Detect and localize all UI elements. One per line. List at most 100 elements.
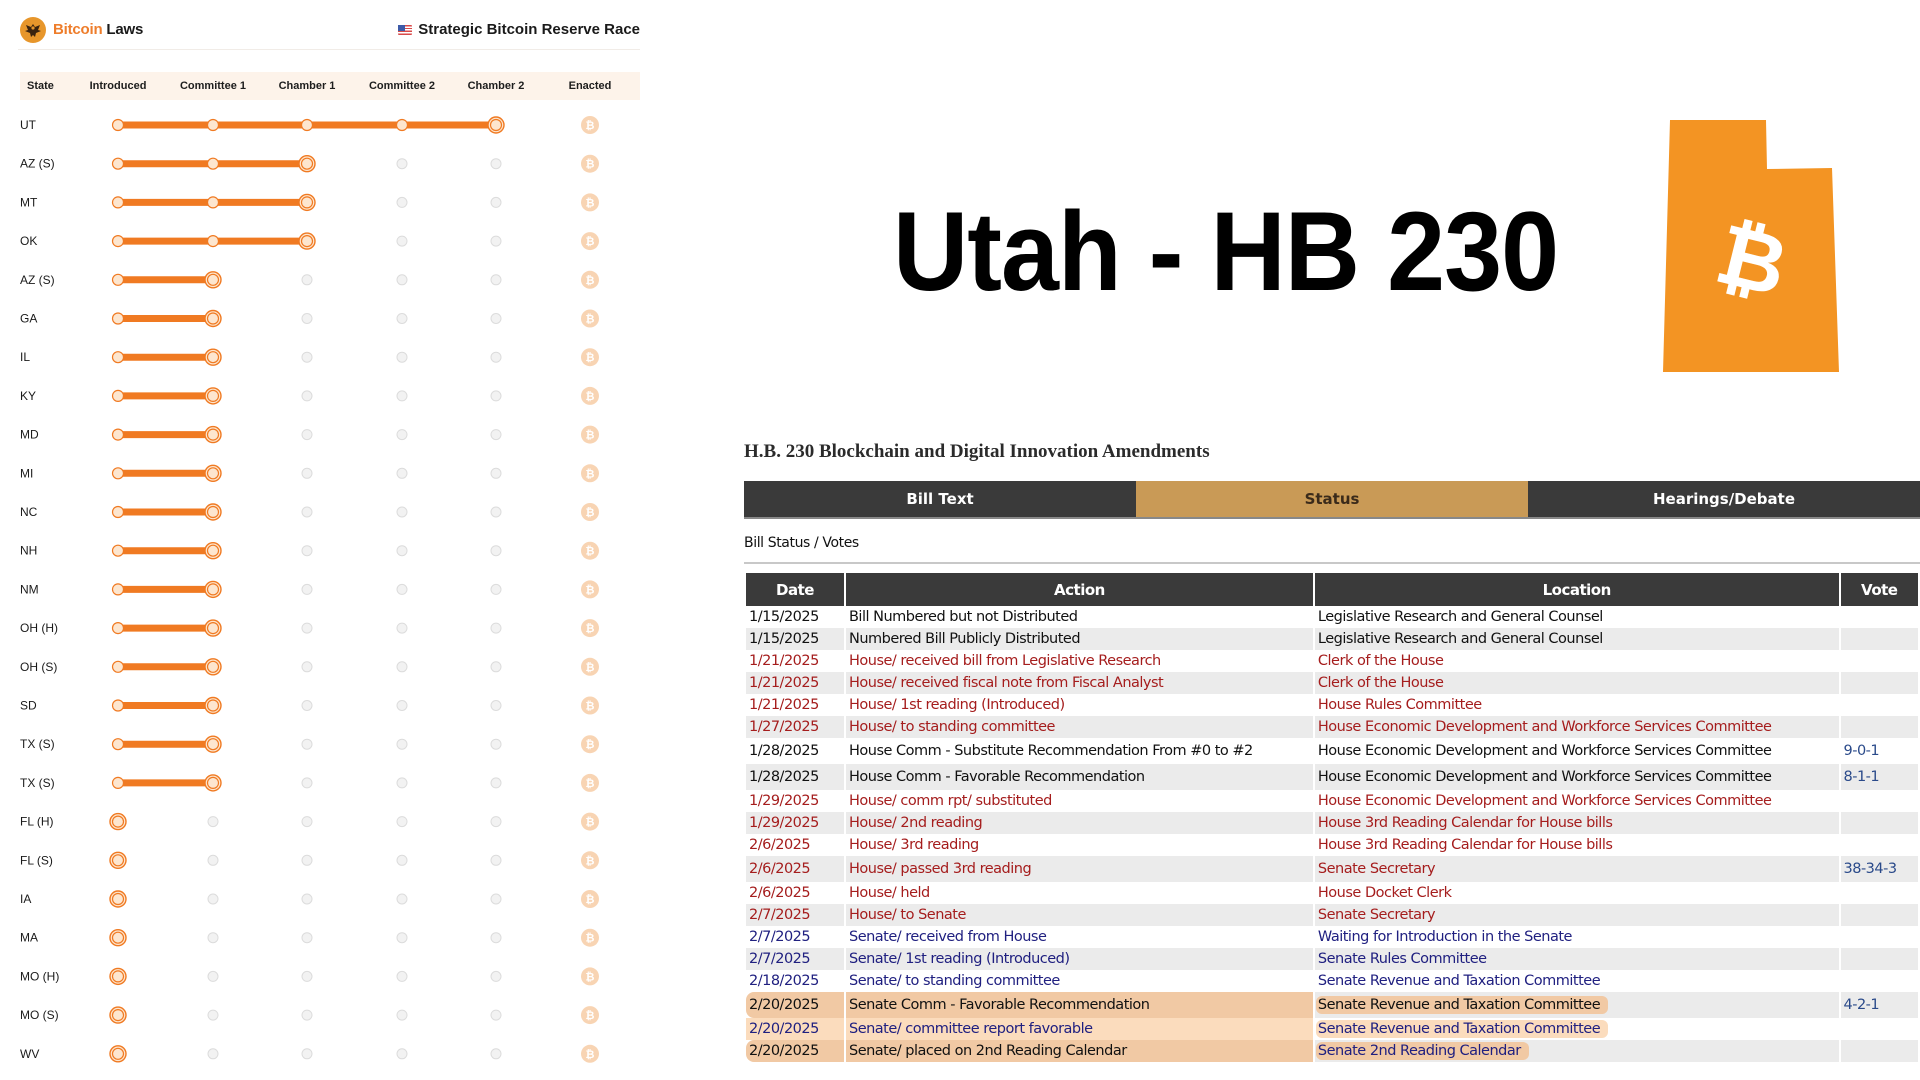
stage-node-complete[interactable]: [111, 583, 125, 596]
stage-node-pending[interactable]: [396, 583, 408, 595]
stage-node-complete[interactable]: [111, 273, 125, 286]
stage-node-pending[interactable]: [490, 661, 502, 673]
stage-node-pending[interactable]: [301, 622, 313, 634]
stage-node-complete[interactable]: [111, 118, 125, 132]
stage-node-pending[interactable]: [396, 351, 408, 363]
stage-node-pending[interactable]: [301, 274, 313, 286]
stage-node-pending[interactable]: [396, 777, 408, 789]
cell-vote[interactable]: 38-34-3: [1840, 856, 1918, 882]
stage-node-complete[interactable]: [111, 660, 125, 673]
stage-node-pending[interactable]: [207, 932, 219, 944]
stage-node-pending[interactable]: [301, 932, 313, 944]
stage-node-pending[interactable]: [301, 661, 313, 673]
stage-node-pending[interactable]: [301, 351, 313, 363]
stage-node-pending[interactable]: [207, 1048, 219, 1060]
stage-node-pending[interactable]: [301, 970, 313, 982]
stage-node-pending[interactable]: [490, 351, 502, 363]
stage-node-pending[interactable]: [396, 738, 408, 750]
stage-node-pending[interactable]: [396, 506, 408, 518]
stage-node-pending[interactable]: [490, 932, 502, 944]
stage-node-pending[interactable]: [396, 313, 408, 324]
cell-vote[interactable]: 9-0-1: [1841, 738, 1919, 764]
stage-node-pending[interactable]: [396, 893, 408, 905]
cell-vote[interactable]: 4-2-1: [1840, 992, 1918, 1018]
stage-node-complete[interactable]: [111, 235, 125, 248]
stage-node-pending[interactable]: [301, 777, 313, 789]
stage-node-complete[interactable]: [111, 157, 125, 170]
stage-node-pending[interactable]: [490, 1048, 502, 1060]
stage-node-pending[interactable]: [396, 854, 408, 866]
stage-node-pending[interactable]: [490, 700, 502, 711]
stage-node-pending[interactable]: [490, 738, 502, 750]
stage-node-pending[interactable]: [396, 429, 408, 441]
stage-node-complete[interactable]: [111, 312, 125, 325]
stage-node-pending[interactable]: [396, 1009, 408, 1021]
stage-node-complete[interactable]: [206, 196, 220, 209]
stage-node-pending[interactable]: [207, 970, 219, 982]
stage-node-pending[interactable]: [396, 467, 408, 479]
stage-node-pending[interactable]: [301, 816, 313, 828]
stage-node-pending[interactable]: [490, 1009, 502, 1021]
stage-node-pending[interactable]: [490, 622, 502, 634]
stage-node-pending[interactable]: [301, 545, 313, 557]
stage-node-pending[interactable]: [207, 1009, 219, 1021]
stage-node-pending[interactable]: [396, 932, 408, 944]
stage-node-complete[interactable]: [300, 118, 314, 132]
tab-bill-text[interactable]: Bill Text: [744, 481, 1136, 519]
stage-node-pending[interactable]: [490, 158, 502, 170]
stage-node-pending[interactable]: [301, 854, 313, 866]
stage-node-pending[interactable]: [396, 816, 408, 828]
stage-node-pending[interactable]: [396, 661, 408, 673]
stage-node-pending[interactable]: [490, 545, 502, 557]
stage-node-pending[interactable]: [396, 158, 408, 170]
stage-node-complete[interactable]: [111, 505, 125, 519]
stage-node-pending[interactable]: [301, 700, 313, 711]
stage-node-pending[interactable]: [490, 816, 502, 828]
stage-node-pending[interactable]: [301, 429, 313, 441]
stage-node-complete[interactable]: [111, 738, 125, 751]
stage-node-complete[interactable]: [206, 157, 220, 170]
stage-node-pending[interactable]: [301, 506, 313, 518]
stage-node-complete[interactable]: [111, 389, 125, 402]
stage-node-pending[interactable]: [301, 467, 313, 479]
tab-status[interactable]: Status: [1136, 481, 1528, 519]
stage-node-pending[interactable]: [396, 390, 408, 402]
stage-node-pending[interactable]: [301, 893, 313, 905]
stage-node-pending[interactable]: [396, 622, 408, 634]
stage-node-complete[interactable]: [111, 428, 125, 441]
stage-node-pending[interactable]: [490, 274, 502, 286]
stage-node-pending[interactable]: [396, 235, 408, 247]
stage-node-pending[interactable]: [490, 196, 502, 208]
stage-node-complete[interactable]: [111, 621, 125, 635]
stage-node-pending[interactable]: [301, 1048, 313, 1060]
stage-node-pending[interactable]: [490, 235, 502, 247]
stage-node-complete[interactable]: [111, 196, 125, 209]
stage-node-pending[interactable]: [490, 970, 502, 982]
stage-node-complete[interactable]: [111, 776, 125, 790]
stage-node-pending[interactable]: [301, 313, 313, 324]
stage-node-pending[interactable]: [396, 1048, 408, 1060]
stage-node-pending[interactable]: [490, 390, 502, 402]
stage-node-pending[interactable]: [396, 545, 408, 557]
stage-node-pending[interactable]: [396, 196, 408, 208]
stage-node-pending[interactable]: [207, 893, 219, 905]
stage-node-pending[interactable]: [301, 583, 313, 595]
stage-node-complete[interactable]: [111, 467, 125, 480]
stage-node-pending[interactable]: [301, 738, 313, 750]
stage-node-pending[interactable]: [207, 854, 219, 866]
stage-node-pending[interactable]: [490, 506, 502, 518]
stage-node-pending[interactable]: [301, 1009, 313, 1021]
stage-node-pending[interactable]: [207, 816, 219, 828]
tab-hearings-debate[interactable]: Hearings/Debate: [1528, 481, 1920, 519]
stage-node-pending[interactable]: [490, 429, 502, 441]
stage-node-pending[interactable]: [490, 777, 502, 789]
stage-node-pending[interactable]: [490, 313, 502, 324]
stage-node-complete[interactable]: [395, 118, 409, 132]
stage-node-pending[interactable]: [396, 274, 408, 286]
stage-node-pending[interactable]: [490, 854, 502, 866]
cell-vote[interactable]: 8-1-1: [1840, 764, 1918, 790]
stage-node-pending[interactable]: [490, 893, 502, 905]
stage-node-pending[interactable]: [301, 390, 313, 402]
stage-node-pending[interactable]: [396, 700, 408, 711]
stage-node-complete[interactable]: [111, 544, 125, 557]
